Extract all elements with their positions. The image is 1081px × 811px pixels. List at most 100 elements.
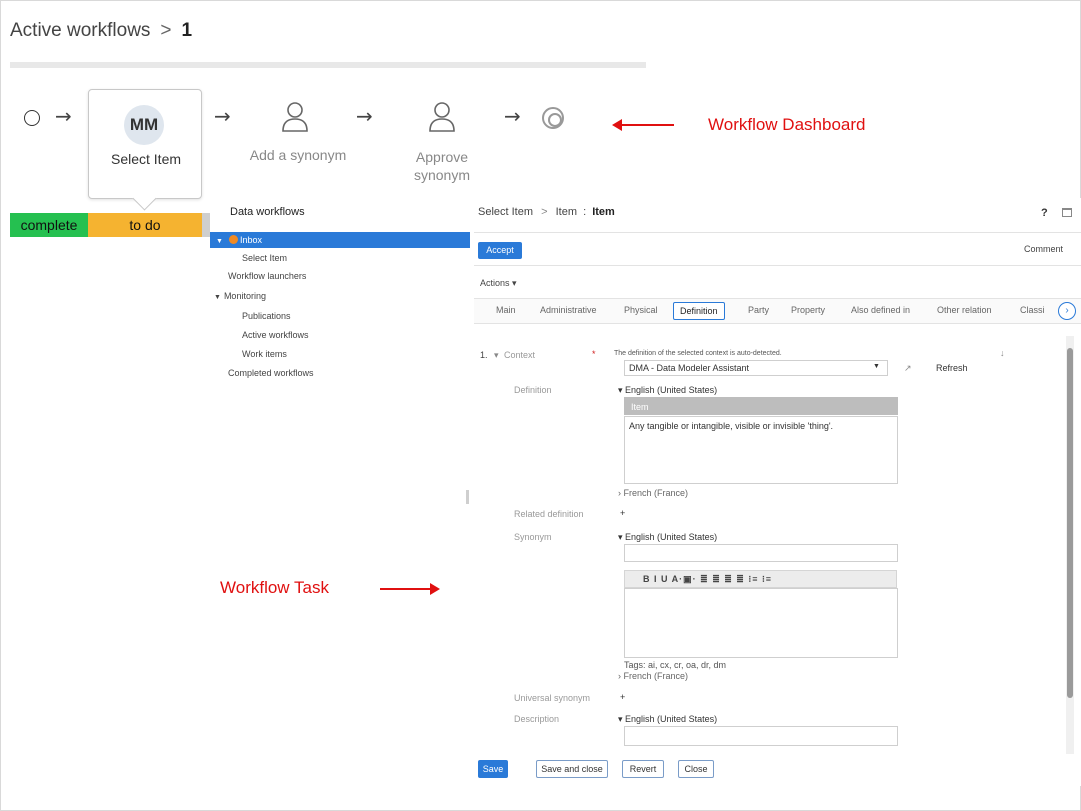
annotation-arrow-right [380, 583, 440, 595]
revert-button[interactable]: Revert [622, 760, 664, 778]
definition-text: Any tangible or intangible, visible or i… [629, 421, 834, 431]
tab-property[interactable]: Property [791, 305, 825, 315]
step-label-line2: synonym [413, 167, 471, 183]
lang-label: French (France) [623, 488, 689, 498]
tab-main[interactable]: Main [496, 305, 516, 315]
sidebar-item-select-item[interactable]: Select Item [242, 250, 287, 266]
lang-label: English (United States) [625, 385, 718, 395]
synonym-lang-fr[interactable]: › French (France) [618, 671, 688, 681]
accept-button[interactable]: Accept [478, 242, 522, 259]
user-icon [429, 102, 455, 132]
tab-other-relation[interactable]: Other relation [937, 305, 992, 315]
description-label: Description [514, 714, 560, 724]
scrollbar-thumb[interactable] [1067, 348, 1073, 698]
annotation-arrow-left [612, 119, 674, 131]
arrow-right-icon: → [55, 104, 72, 128]
sidebar-item-inbox[interactable]: ▼ Inbox [210, 232, 470, 248]
tab-classification[interactable]: Classi [1020, 305, 1045, 315]
move-down-icon[interactable]: ↓ [1000, 348, 1005, 358]
refresh-button[interactable]: Refresh [936, 363, 968, 373]
step-label: Select Item [110, 151, 182, 167]
context-select[interactable]: DMA - Data Modeler Assistant ▼ [624, 360, 888, 376]
tab-party[interactable]: Party [748, 305, 769, 315]
sidebar-item-label: Inbox [239, 235, 262, 245]
chevron-right-icon[interactable]: › [1058, 302, 1076, 320]
user-icon [282, 102, 308, 132]
definition-header-text: Item [631, 402, 649, 412]
sidebar-item-label: Monitoring [223, 291, 266, 301]
crumb-item[interactable]: Item [556, 206, 577, 218]
related-definition-label: Related definition [514, 509, 584, 519]
context-note: The definition of the selected context i… [614, 350, 782, 357]
synonym-editor[interactable] [624, 588, 898, 658]
tags-text[interactable]: Tags: ai, cx, cr, oa, dr, dm [624, 660, 726, 670]
row-index: 1. [480, 350, 488, 360]
crumb-colon: : [583, 206, 587, 218]
form-scrollbar[interactable] [1066, 336, 1074, 756]
window-icon[interactable] [1062, 208, 1072, 217]
workflow-step-select-item[interactable]: MM Select Item [88, 89, 202, 199]
header-divider [10, 62, 646, 68]
description-input[interactable] [624, 726, 898, 746]
chevron-down-icon: ▼ [214, 294, 221, 301]
tab-administrative[interactable]: Administrative [540, 305, 597, 315]
chevron-down-icon: ▼ [216, 238, 223, 245]
form-footer: Save Save and close Revert Close [474, 754, 1081, 786]
add-related-definition-button[interactable]: + [620, 508, 625, 518]
sidebar-item-completed-workflows[interactable]: Completed workflows [228, 365, 314, 381]
synonym-input[interactable] [624, 544, 898, 562]
crumb-select-item[interactable]: Select Item [478, 206, 533, 218]
sidebar-item-monitoring[interactable]: ▼ Monitoring [214, 288, 266, 304]
crumb-current: Item [592, 206, 615, 218]
rich-text-toolbar[interactable]: B I U A·▣· ≣ ≣ ≣ ≣ ⁝≡ ⁝≡ [624, 570, 897, 588]
breadcrumb-title[interactable]: Active workflows [10, 20, 150, 41]
sidebar-item-publications[interactable]: Publications [242, 308, 291, 324]
save-button[interactable]: Save [478, 760, 508, 778]
synonym-lang-en[interactable]: ▾ English (United States) [618, 532, 717, 543]
arrow-right-icon: → [504, 104, 521, 128]
nav-title: Data workflows [230, 206, 305, 218]
workflow-step-add-synonym[interactable]: Add a synonym [238, 147, 358, 163]
workflow-step-approve-synonym[interactable]: Approve synonym [400, 148, 484, 184]
sidebar-item-workflow-launchers[interactable]: Workflow launchers [228, 268, 306, 284]
definition-lang-fr[interactable]: › French (France) [618, 488, 688, 498]
arrow-right-icon: → [214, 104, 231, 128]
workflow-task-panel: Select Item > Item : Item ? Accept Comme… [474, 198, 1081, 786]
definition-header: Item [624, 397, 898, 415]
definition-lang-en[interactable]: ▾ English (United States) [618, 385, 717, 396]
add-universal-synonym-button[interactable]: + [620, 692, 625, 702]
synonym-label: Synonym [514, 532, 552, 542]
annotation-task: Workflow Task [220, 578, 329, 597]
status-complete-badge: complete [10, 213, 88, 237]
collapse-icon[interactable]: ▾ [494, 350, 499, 361]
external-link-icon[interactable]: ↗ [904, 363, 912, 374]
help-icon[interactable]: ? [1041, 207, 1048, 219]
tab-bar: Main Administrative Physical Definition … [474, 298, 1081, 324]
definition-textarea[interactable]: Any tangible or intangible, visible or i… [624, 416, 898, 484]
lang-label: English (United States) [625, 532, 718, 542]
status-remaining-bar [202, 213, 210, 237]
sidebar-item-work-items[interactable]: Work items [242, 346, 287, 362]
universal-synonym-label: Universal synonym [514, 693, 591, 703]
breadcrumb-current: 1 [181, 20, 193, 41]
workflow-start-icon [24, 110, 40, 126]
panel-splitter[interactable] [466, 490, 469, 504]
alert-badge-icon [228, 235, 238, 244]
required-marker: * [592, 349, 596, 359]
description-lang-en[interactable]: ▾ English (United States) [618, 714, 717, 725]
actions-menu[interactable]: Actions ▾ [480, 278, 517, 289]
tab-physical[interactable]: Physical [624, 305, 658, 315]
tab-also-defined-in[interactable]: Also defined in [851, 305, 910, 315]
step-label-line1: Approve [415, 149, 469, 165]
tab-definition[interactable]: Definition [673, 302, 725, 320]
panel-breadcrumb: Select Item > Item : Item [478, 206, 615, 218]
annotation-dashboard: Workflow Dashboard [708, 115, 866, 134]
workflow-end-icon [542, 107, 564, 129]
comment-link[interactable]: Comment [1024, 244, 1063, 254]
save-and-close-button[interactable]: Save and close [536, 760, 608, 778]
sidebar-item-active-workflows[interactable]: Active workflows [242, 327, 309, 343]
page-breadcrumb: Active workflows >1 [10, 20, 192, 42]
action-row: Accept Comment [474, 232, 1081, 266]
close-button[interactable]: Close [678, 760, 714, 778]
avatar: MM [124, 105, 164, 145]
